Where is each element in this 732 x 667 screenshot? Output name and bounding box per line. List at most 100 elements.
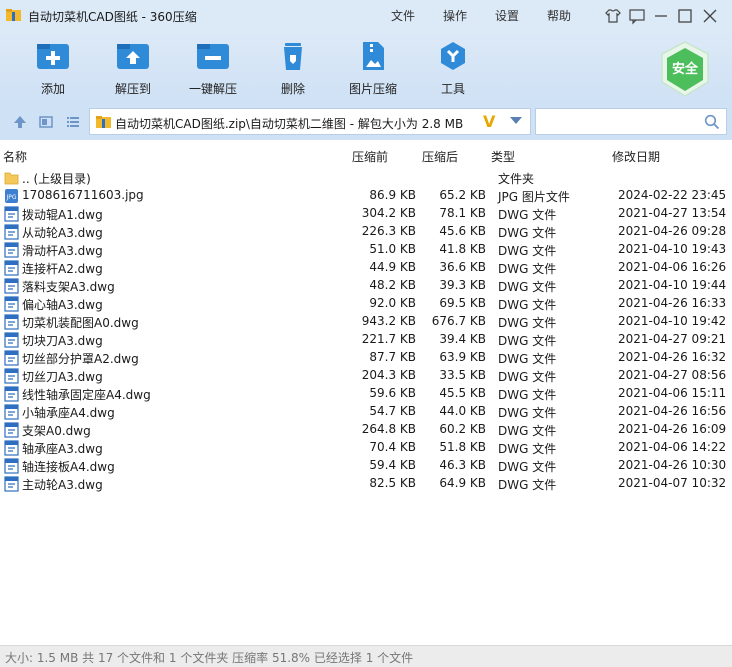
compressed-before-size: 51.0 KB bbox=[369, 242, 416, 256]
trash-icon bbox=[284, 43, 302, 70]
file-type: DWG 文件 bbox=[498, 388, 557, 402]
compressed-before-size: 221.7 KB bbox=[361, 332, 416, 346]
menu-settings[interactable]: 设置 bbox=[495, 7, 519, 24]
file-row[interactable]: 切丝部分护罩A2.dwg 87.7 KB 63.9 KB DWG 文件 2021-04-… bbox=[0, 349, 732, 367]
dwg-file-icon bbox=[4, 332, 19, 348]
file-name: 线性轴承固定座A4.dwg bbox=[22, 388, 151, 402]
status-text: 大小: 1.5 MB 共 17 个文件和 1 个文件夹 压缩率 51.8% 已经… bbox=[5, 651, 414, 665]
column-header-modified-date[interactable]: 修改日期 bbox=[612, 148, 660, 165]
safety-shield-badge[interactable]: 安全 bbox=[659, 40, 711, 98]
delete-label: 删除 bbox=[280, 82, 305, 96]
thumbnail-view-icon[interactable] bbox=[38, 114, 54, 130]
modified-date: 2021-04-06 14:22 bbox=[618, 440, 727, 454]
menu-operation[interactable]: 操作 bbox=[443, 7, 467, 24]
file-row[interactable]: 拨动辊A1.dwg 304.2 KB 78.1 KB DWG 文件 2021-04-27… bbox=[0, 205, 732, 223]
tools-button[interactable]: 工具 bbox=[417, 38, 489, 100]
path-field[interactable]: 自动切菜机CAD图纸.zip\自动切菜机二维图 - 解包大小为 2.8 MB V bbox=[89, 108, 531, 135]
column-header-name[interactable]: 名称 bbox=[3, 148, 27, 165]
modified-date: 2021-04-26 16:32 bbox=[618, 350, 727, 364]
file-row[interactable]: 轴连接板A4.dwg 59.4 KB 46.3 KB DWG 文件 2021-04-26… bbox=[0, 457, 732, 475]
file-row[interactable]: 滑动杆A3.dwg 51.0 KB 41.8 KB DWG 文件 2021-04-10 … bbox=[0, 241, 732, 259]
compressed-before-size: 92.0 KB bbox=[369, 296, 416, 310]
title-bar: 自动切菜机CAD图纸 - 360压缩 文件 操作 设置 帮助 bbox=[0, 0, 732, 32]
file-name: 切丝刀A3.dwg bbox=[22, 370, 103, 384]
file-name: 拨动辊A1.dwg bbox=[22, 208, 103, 222]
file-row[interactable]: 偏心轴A3.dwg 92.0 KB 69.5 KB DWG 文件 2021-04-26 … bbox=[0, 295, 732, 313]
dwg-file-icon bbox=[4, 476, 19, 492]
one-click-extract-button[interactable]: 一键解压 bbox=[177, 38, 249, 100]
up-arrow-icon[interactable] bbox=[12, 114, 28, 130]
modified-date: 2021-04-27 08:56 bbox=[618, 368, 727, 382]
file-row[interactable]: JPG 1708616711603.jpg 86.9 KB 65.2 KB JPG 图片… bbox=[0, 187, 732, 205]
file-name: 从动轮A3.dwg bbox=[22, 226, 103, 240]
compressed-before-size: 264.8 KB bbox=[361, 422, 416, 436]
compressed-after-size: 46.3 KB bbox=[439, 458, 486, 472]
skin-shirt-icon[interactable] bbox=[603, 6, 623, 26]
file-name: 连接杆A2.dwg bbox=[22, 262, 103, 276]
menu-help[interactable]: 帮助 bbox=[547, 7, 571, 24]
path-dropdown-icon[interactable] bbox=[510, 117, 522, 124]
file-name: 小轴承座A4.dwg bbox=[22, 406, 115, 420]
modified-date: 2021-04-26 10:30 bbox=[618, 458, 727, 472]
status-bar: 大小: 1.5 MB 共 17 个文件和 1 个文件夹 压缩率 51.8% 已经… bbox=[0, 645, 732, 667]
column-header-compressed-before[interactable]: 压缩前 bbox=[352, 148, 388, 165]
toolbar: 添加 解压到 一键解压 删除 图片压缩 工具 bbox=[0, 32, 732, 104]
file-row[interactable]: 连接杆A2.dwg 44.9 KB 36.6 KB DWG 文件 2021-04-06 … bbox=[0, 259, 732, 277]
compressed-before-size: 304.2 KB bbox=[361, 206, 416, 220]
file-type: 文件夹 bbox=[498, 172, 535, 186]
modified-date: 2021-04-10 19:43 bbox=[618, 242, 727, 256]
archive-app-icon bbox=[6, 9, 21, 21]
maximize-icon[interactable] bbox=[675, 6, 695, 26]
file-type: DWG 文件 bbox=[498, 280, 557, 294]
image-compress-icon bbox=[363, 42, 384, 70]
file-name: 落料支架A3.dwg bbox=[22, 280, 115, 294]
compressed-after-size: 69.5 KB bbox=[439, 296, 486, 310]
file-row[interactable]: 切菜机装配图A0.dwg 943.2 KB 676.7 KB DWG 文件 2021-0… bbox=[0, 313, 732, 331]
modified-date: 2021-04-27 13:54 bbox=[618, 206, 727, 220]
file-type: DWG 文件 bbox=[498, 244, 557, 258]
file-row[interactable]: 切块刀A3.dwg 221.7 KB 39.4 KB DWG 文件 2021-04-27… bbox=[0, 331, 732, 349]
file-row[interactable]: 切丝刀A3.dwg 204.3 KB 33.5 KB DWG 文件 2021-04-27… bbox=[0, 367, 732, 385]
file-row[interactable]: 主动轮A3.dwg 82.5 KB 64.9 KB DWG 文件 2021-04-07 … bbox=[0, 475, 732, 493]
minimize-icon[interactable] bbox=[651, 6, 671, 26]
extract-to-button[interactable]: 解压到 bbox=[97, 38, 169, 100]
file-row[interactable]: 支架A0.dwg 264.8 KB 60.2 KB DWG 文件 2021-04-26 … bbox=[0, 421, 732, 439]
verified-v-icon[interactable]: V bbox=[483, 112, 495, 131]
compressed-after-size: 45.6 KB bbox=[439, 224, 486, 238]
file-row[interactable]: 小轴承座A4.dwg 54.7 KB 44.0 KB DWG 文件 2021-04-26… bbox=[0, 403, 732, 421]
modified-date: 2021-04-06 15:11 bbox=[618, 386, 727, 400]
parent-directory-row[interactable]: .. (上级目录) 文件夹 bbox=[0, 169, 732, 187]
add-icon bbox=[37, 44, 69, 69]
jpg-file-icon: JPG bbox=[4, 188, 19, 204]
search-input[interactable] bbox=[535, 108, 727, 135]
compressed-after-size: 39.4 KB bbox=[439, 332, 486, 346]
folder-icon bbox=[4, 170, 19, 186]
column-header-compressed-after[interactable]: 压缩后 bbox=[422, 148, 458, 165]
modified-date: 2021-04-26 16:33 bbox=[618, 296, 727, 310]
compressed-after-size: 45.5 KB bbox=[439, 386, 486, 400]
file-type: DWG 文件 bbox=[498, 298, 557, 312]
close-icon[interactable] bbox=[700, 6, 720, 26]
add-button[interactable]: 添加 bbox=[17, 38, 89, 100]
file-row[interactable]: 从动轮A3.dwg 226.3 KB 45.6 KB DWG 文件 2021-04-26… bbox=[0, 223, 732, 241]
extract-to-icon bbox=[117, 44, 149, 69]
tools-icon bbox=[441, 42, 465, 70]
modified-date: 2021-04-27 09:21 bbox=[618, 332, 727, 346]
image-compress-label: 图片压缩 bbox=[348, 82, 397, 96]
menu-file[interactable]: 文件 bbox=[391, 7, 415, 24]
feedback-icon[interactable] bbox=[627, 6, 647, 26]
file-name: 滑动杆A3.dwg bbox=[22, 244, 103, 258]
column-header-type[interactable]: 类型 bbox=[491, 148, 515, 165]
search-icon[interactable] bbox=[704, 114, 720, 130]
compressed-before-size: 87.7 KB bbox=[369, 350, 416, 364]
modified-date: 2021-04-26 09:28 bbox=[618, 224, 727, 238]
list-view-icon[interactable] bbox=[65, 114, 81, 130]
file-list: 名称 压缩前 压缩后 类型 修改日期 .. (上级目录) 文件夹 JPG 170861… bbox=[0, 140, 732, 645]
file-row[interactable]: 落料支架A3.dwg 48.2 KB 39.3 KB DWG 文件 2021-04-10… bbox=[0, 277, 732, 295]
file-name: 偏心轴A3.dwg bbox=[22, 298, 103, 312]
file-row[interactable]: 轴承座A3.dwg 70.4 KB 51.8 KB DWG 文件 2021-04-06 … bbox=[0, 439, 732, 457]
compressed-before-size: 943.2 KB bbox=[361, 314, 416, 328]
image-compress-button[interactable]: 图片压缩 bbox=[337, 38, 409, 100]
delete-button[interactable]: 删除 bbox=[257, 38, 329, 100]
file-row[interactable]: 线性轴承固定座A4.dwg 59.6 KB 45.5 KB DWG 文件 2021-04… bbox=[0, 385, 732, 403]
